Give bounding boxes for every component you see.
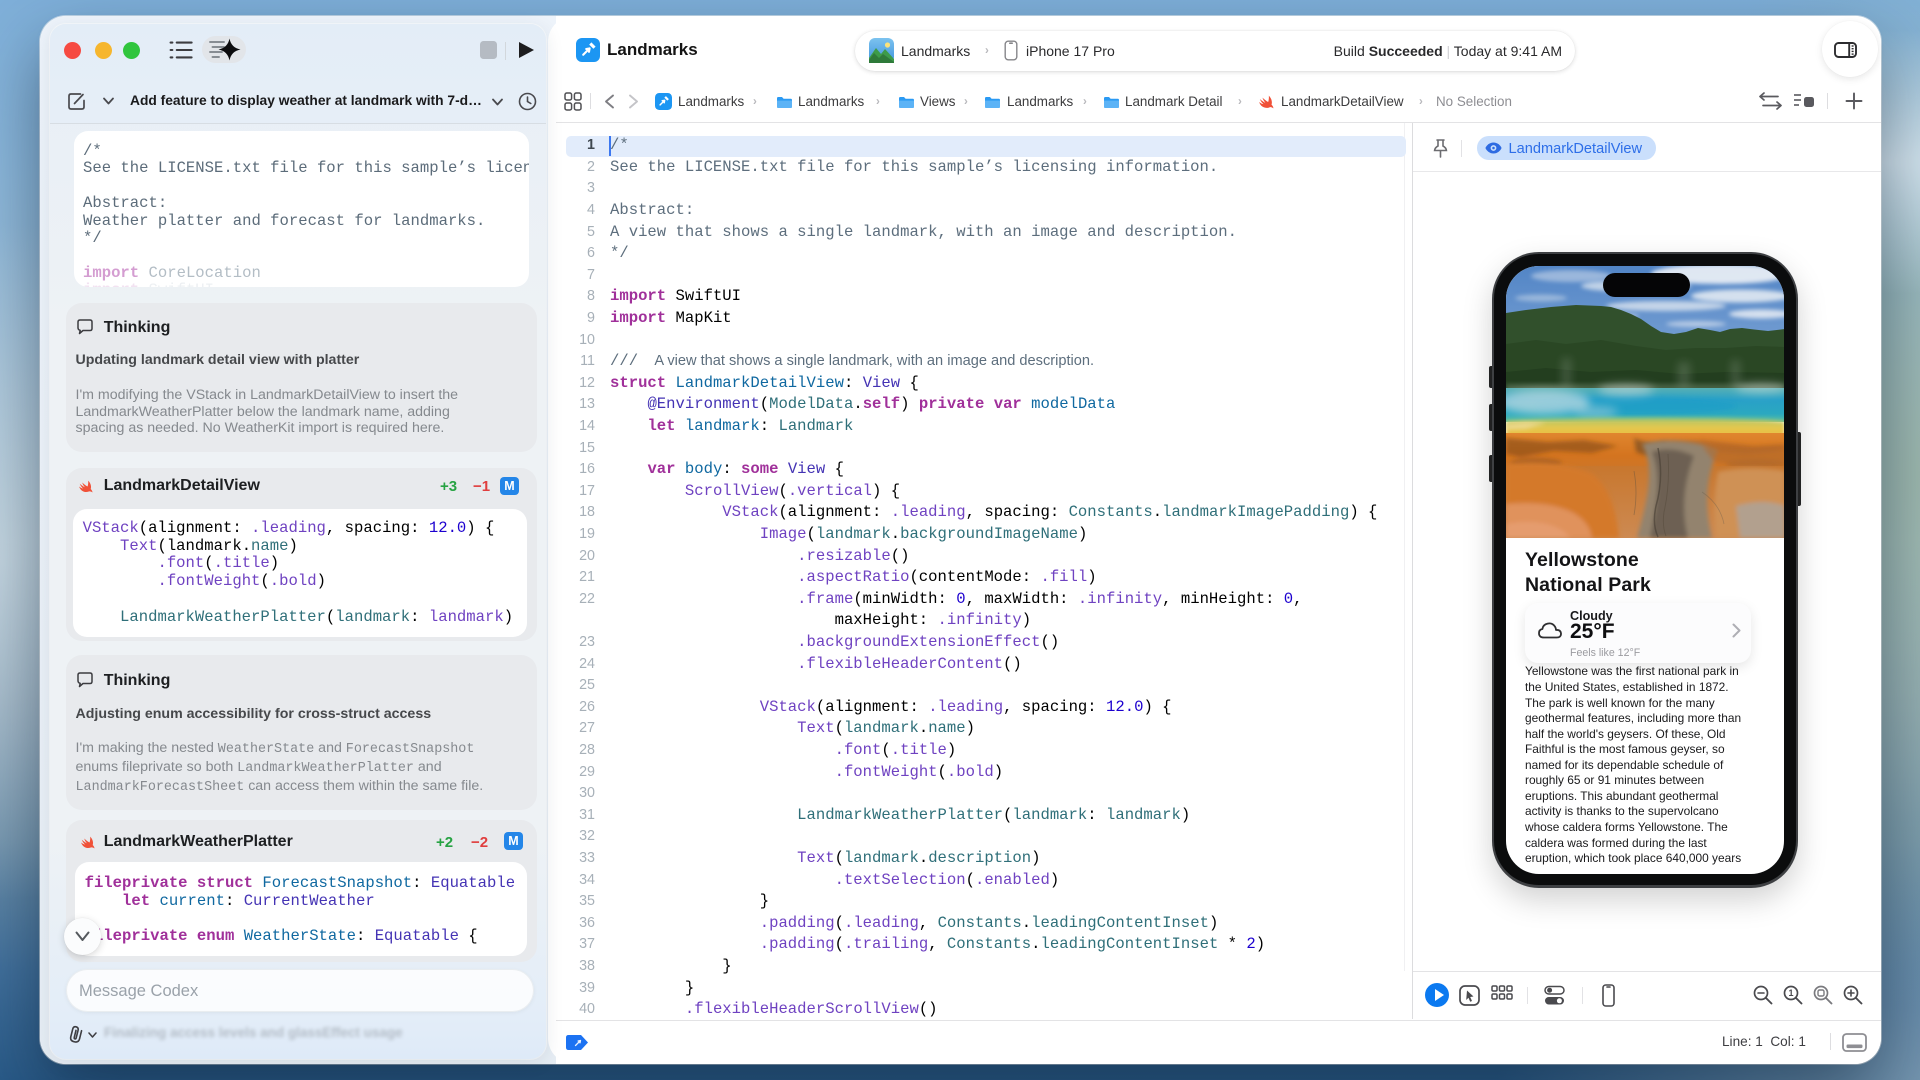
- svg-text:1: 1: [1788, 988, 1793, 998]
